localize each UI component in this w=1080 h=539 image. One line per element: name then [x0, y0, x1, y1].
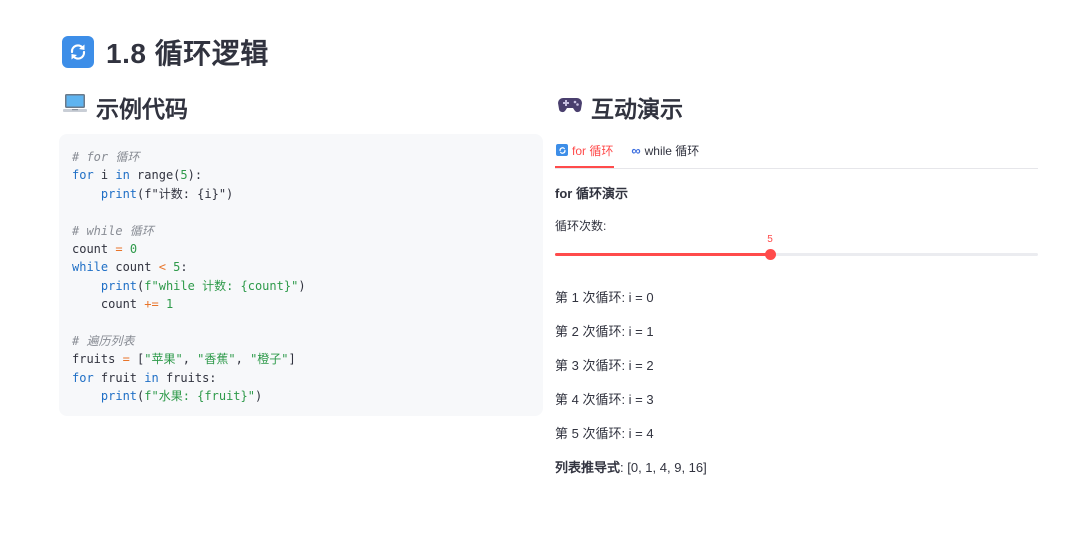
- gamepad-icon: [557, 92, 583, 122]
- code-token: =: [115, 241, 123, 256]
- demo-title: for 循环演示: [555, 186, 628, 201]
- code-token: "苹果": [144, 352, 183, 367]
- code-token: fruit: [93, 370, 145, 385]
- code-token: ,: [182, 352, 198, 367]
- code-token: 5: [180, 168, 188, 183]
- code-token: ,: [235, 352, 251, 367]
- code-line: count += 1: [72, 295, 543, 313]
- code-token: fruits:: [158, 370, 217, 385]
- code-token: in: [115, 168, 130, 183]
- code-token: 0: [129, 241, 138, 256]
- slider-thumb[interactable]: [765, 249, 776, 260]
- tab-while-loop[interactable]: ∞ while 循环: [630, 134, 700, 167]
- code-line: count = 0: [72, 240, 543, 258]
- code-token: count: [72, 241, 116, 256]
- code-token: count: [108, 260, 159, 275]
- code-token: "香蕉": [197, 352, 236, 367]
- arrows-cycle-icon: [556, 144, 568, 156]
- code-line: print(f"水果: {fruit}"): [72, 387, 543, 405]
- laptop-icon: [62, 92, 88, 122]
- demo-section-header: 互动演示: [557, 90, 683, 124]
- code-section-header: 示例代码: [62, 90, 188, 124]
- code-token: [: [129, 352, 145, 367]
- list-comprehension-result: 列表推导式: [0, 1, 4, 9, 16]: [555, 457, 707, 476]
- code-line: # 遍历列表: [72, 332, 543, 350]
- tab-label: for 循环: [572, 143, 614, 158]
- code-token: for: [72, 370, 94, 385]
- code-token: while: [72, 260, 109, 275]
- code-token: ): [254, 389, 263, 404]
- code-token: :: [180, 260, 188, 275]
- code-block: # for 循环 for i in range(5): print(f"计数: {…: [59, 134, 543, 416]
- infinity-icon: ∞: [631, 143, 641, 158]
- page-title-row: 1.8 循环逻辑: [62, 32, 269, 72]
- tab-for-loop[interactable]: for 循环: [555, 134, 615, 168]
- loop-result-line: 第 5 次循环: i = 4: [555, 426, 654, 441]
- code-section-heading: 示例代码: [96, 96, 188, 122]
- code-token: <: [158, 260, 166, 275]
- code-token: # 遍历列表: [72, 333, 135, 348]
- loop-result-line: 第 1 次循环: i = 0: [555, 290, 654, 305]
- code-line: fruits = ["苹果", "香蕉", "橙子"]: [72, 350, 543, 368]
- code-line: # for 循环: [72, 148, 543, 166]
- slider-fill: [555, 253, 770, 256]
- code-line: while count < 5:: [72, 258, 543, 276]
- loop-count-slider[interactable]: 5: [555, 232, 1038, 272]
- tab-label: while 循环: [644, 144, 700, 158]
- code-token: range(: [129, 168, 181, 183]
- loop-result-line: 第 2 次循环: i = 1: [555, 324, 654, 339]
- list-comprehension-label: 列表推导式: [555, 460, 621, 475]
- code-token: for: [72, 168, 94, 183]
- demo-section-heading: 互动演示: [591, 96, 683, 122]
- code-token: i: [93, 168, 116, 183]
- code-token: ]: [288, 352, 296, 367]
- code-token: # while 循环: [72, 223, 154, 238]
- code-token: +=: [144, 297, 159, 312]
- code-token: print: [100, 389, 138, 404]
- code-line: # while 循环: [72, 222, 543, 240]
- page-title: 1.8 循环逻辑: [106, 38, 269, 69]
- code-token: "橙子": [250, 352, 289, 367]
- code-token: ): [298, 278, 306, 293]
- code-token: f"while 计数: {count}": [144, 278, 299, 293]
- code-token: fruits: [72, 352, 123, 367]
- code-line: print(f"while 计数: {count}"): [72, 277, 543, 295]
- code-token: =: [122, 352, 130, 367]
- code-token: print: [100, 186, 138, 201]
- code-token: ):: [187, 168, 203, 183]
- code-token: (f"计数: {i}"): [137, 186, 234, 201]
- code-token: in: [144, 370, 159, 385]
- demo-tabs: for 循环 ∞ while 循环: [555, 134, 1038, 169]
- slider-value: 5: [767, 234, 773, 245]
- list-comprehension-value: : [0, 1, 4, 9, 16]: [620, 460, 707, 475]
- code-token: 1: [165, 297, 174, 312]
- loop-result-line: 第 3 次循环: i = 2: [555, 358, 654, 373]
- code-token: # for 循环: [72, 150, 140, 164]
- code-token: count: [72, 297, 145, 312]
- code-line: print(f"计数: {i}"): [72, 185, 543, 203]
- code-token: f"水果: {fruit}": [144, 389, 255, 404]
- loop-result-line: 第 4 次循环: i = 3: [555, 392, 654, 407]
- code-token: print: [100, 278, 138, 293]
- arrows-cycle-icon: [62, 36, 94, 68]
- page: 1.8 循环逻辑 示例代码 互动演示 # for 循环 for i in rang…: [0, 0, 1080, 539]
- code-line: for fruit in fruits:: [72, 369, 543, 387]
- code-line: for i in range(5):: [72, 166, 543, 184]
